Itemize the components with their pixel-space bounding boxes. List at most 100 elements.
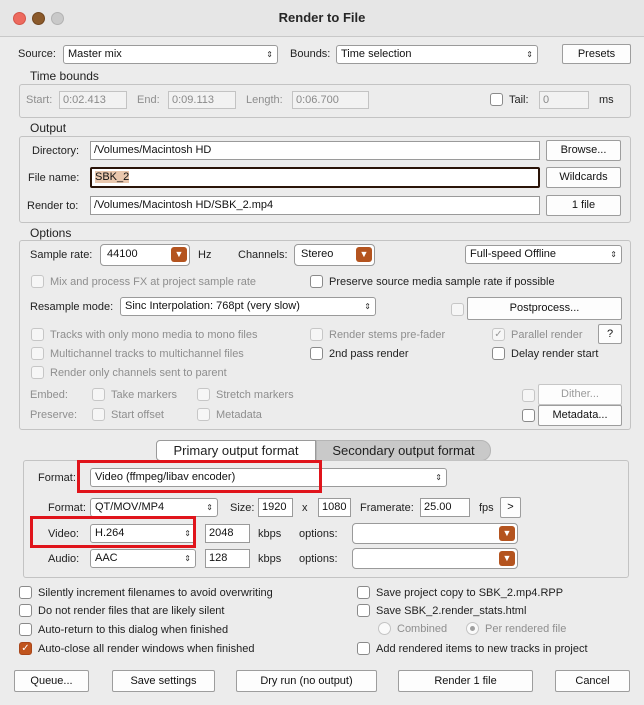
width-field[interactable]: 1920 (258, 498, 293, 517)
hz-label: Hz (198, 249, 212, 261)
dry-run-button[interactable]: Dry run (no output) (236, 670, 377, 692)
metadata-button[interactable]: Metadata... (538, 405, 622, 426)
stretch-markers-label: Stretch markers (216, 389, 294, 401)
only-parent-checkbox[interactable] (31, 366, 44, 379)
add-items-checkbox[interactable] (357, 642, 370, 655)
length-label: Length: (246, 94, 283, 106)
directory-field[interactable]: /Volumes/Macintosh HD (90, 141, 540, 160)
resample-select[interactable]: Sinc Interpolation: 768pt (very slow) ⇕ (120, 297, 376, 316)
preserve-sr-checkbox[interactable] (310, 275, 323, 288)
source-select[interactable]: Master mix ⇕ (63, 45, 278, 64)
source-label: Source: (18, 48, 56, 60)
mix-fx-label: Mix and process FX at project sample rat… (50, 276, 257, 288)
combined-label: Combined (397, 623, 448, 635)
presets-button[interactable]: Presets (562, 44, 631, 64)
cancel-button[interactable]: Cancel (555, 670, 630, 692)
sample-rate-select[interactable]: 44100 ▼ (100, 244, 190, 266)
take-markers-label: Take markers (111, 389, 178, 401)
render-button[interactable]: Render 1 file (398, 670, 533, 692)
chevron-down-icon: ▼ (499, 551, 515, 566)
audio-label: Audio: (48, 553, 80, 565)
tail-checkbox[interactable] (490, 93, 503, 106)
fps-label: fps (479, 502, 494, 514)
start-field[interactable]: 0:02.413 (59, 91, 127, 109)
more-button[interactable]: > (500, 497, 521, 518)
postprocess-button[interactable]: Postprocess... (467, 297, 622, 320)
audio-kbps-label: kbps (258, 553, 282, 565)
video-options-label: options: (299, 528, 338, 540)
multichannel-checkbox[interactable] (31, 347, 44, 360)
render-to-field[interactable]: /Volumes/Macintosh HD/SBK_2.mp4 (90, 196, 540, 215)
stems-prefader-checkbox[interactable] (310, 328, 323, 341)
no-silent-checkbox[interactable] (19, 604, 32, 617)
save-settings-button[interactable]: Save settings (112, 670, 215, 692)
auto-close-checkbox[interactable]: ✓ (19, 642, 32, 655)
wildcards-button[interactable]: Wildcards (546, 167, 621, 188)
browse-button[interactable]: Browse... (546, 140, 621, 161)
metadata-button-checkbox[interactable] (522, 409, 535, 422)
updown-arrow-icon: ⇕ (364, 302, 371, 311)
silent-increment-label: Silently increment filenames to avoid ov… (38, 587, 273, 599)
bounds-select[interactable]: Time selection ⇕ (336, 45, 538, 64)
audio-options-label: options: (299, 553, 338, 565)
dither-checkbox[interactable] (522, 389, 535, 402)
metadata-checkbox[interactable] (197, 408, 210, 421)
chevron-down-icon: ▼ (171, 247, 187, 262)
dither-button[interactable]: Dither... (538, 384, 622, 405)
end-field[interactable]: 0:09.113 (168, 91, 236, 109)
save-copy-label: Save project copy to SBK_2.mp4.RPP (376, 587, 564, 599)
directory-label: Directory: (32, 145, 80, 157)
second-pass-checkbox[interactable] (310, 347, 323, 360)
save-stats-checkbox[interactable] (357, 604, 370, 617)
filename-field[interactable]: SBK_2 (90, 167, 540, 188)
filename-label: File name: (28, 172, 80, 184)
help-button[interactable]: ? (598, 324, 622, 344)
files-button[interactable]: 1 file (546, 195, 621, 216)
render-speed-select[interactable]: Full-speed Offline ⇕ (465, 245, 622, 264)
channels-select[interactable]: Stereo ▼ (294, 244, 375, 266)
tail-unit: ms (599, 94, 614, 106)
container-select[interactable]: QT/MOV/MP4 ⇕ (90, 498, 218, 517)
queue-button[interactable]: Queue... (14, 670, 89, 692)
parallel-render-checkbox[interactable]: ✓ (492, 328, 505, 341)
video-kbps-field[interactable]: 2048 (205, 524, 250, 543)
combined-radio[interactable] (378, 622, 391, 635)
start-offset-checkbox[interactable] (92, 408, 105, 421)
video-options-select[interactable]: ▼ (352, 523, 518, 544)
auto-return-checkbox[interactable] (19, 623, 32, 636)
audio-kbps-field[interactable]: 128 (205, 549, 250, 568)
tab-secondary-output[interactable]: Secondary output format (316, 440, 491, 461)
end-label: End: (137, 94, 160, 106)
postprocess-checkbox[interactable] (451, 303, 464, 316)
stretch-markers-checkbox[interactable] (197, 388, 210, 401)
container-label: Format: (48, 502, 86, 514)
mono-tracks-label: Tracks with only mono media to mono file… (50, 329, 258, 341)
audio-options-select[interactable]: ▼ (352, 548, 518, 569)
updown-arrow-icon: ⇕ (266, 50, 273, 59)
tail-field[interactable]: 0 (539, 91, 589, 109)
framerate-label: Framerate: (360, 502, 414, 514)
tab-primary-output[interactable]: Primary output format (156, 440, 316, 461)
preserve-label: Preserve: (30, 409, 78, 421)
tail-label: Tail: (509, 94, 529, 106)
delay-start-checkbox[interactable] (492, 347, 505, 360)
video-highlight-box (30, 516, 196, 548)
channels-label: Channels: (238, 249, 288, 261)
mono-tracks-checkbox[interactable] (31, 328, 44, 341)
second-pass-label: 2nd pass render (329, 348, 409, 360)
per-file-radio[interactable] (466, 622, 479, 635)
bounds-label: Bounds: (290, 48, 331, 60)
options-title: Options (30, 226, 72, 240)
silent-increment-checkbox[interactable] (19, 586, 32, 599)
take-markers-checkbox[interactable] (92, 388, 105, 401)
save-copy-checkbox[interactable] (357, 586, 370, 599)
audio-codec-select[interactable]: AAC ⇕ (90, 549, 196, 568)
no-silent-label: Do not render files that are likely sile… (38, 605, 225, 617)
output-title: Output (30, 121, 67, 135)
start-label: Start: (26, 94, 53, 106)
framerate-field[interactable]: 25.00 (420, 498, 470, 517)
per-file-label: Per rendered file (485, 623, 567, 635)
mix-fx-checkbox[interactable] (31, 275, 44, 288)
height-field[interactable]: 1080 (318, 498, 351, 517)
length-field[interactable]: 0:06.700 (292, 91, 369, 109)
